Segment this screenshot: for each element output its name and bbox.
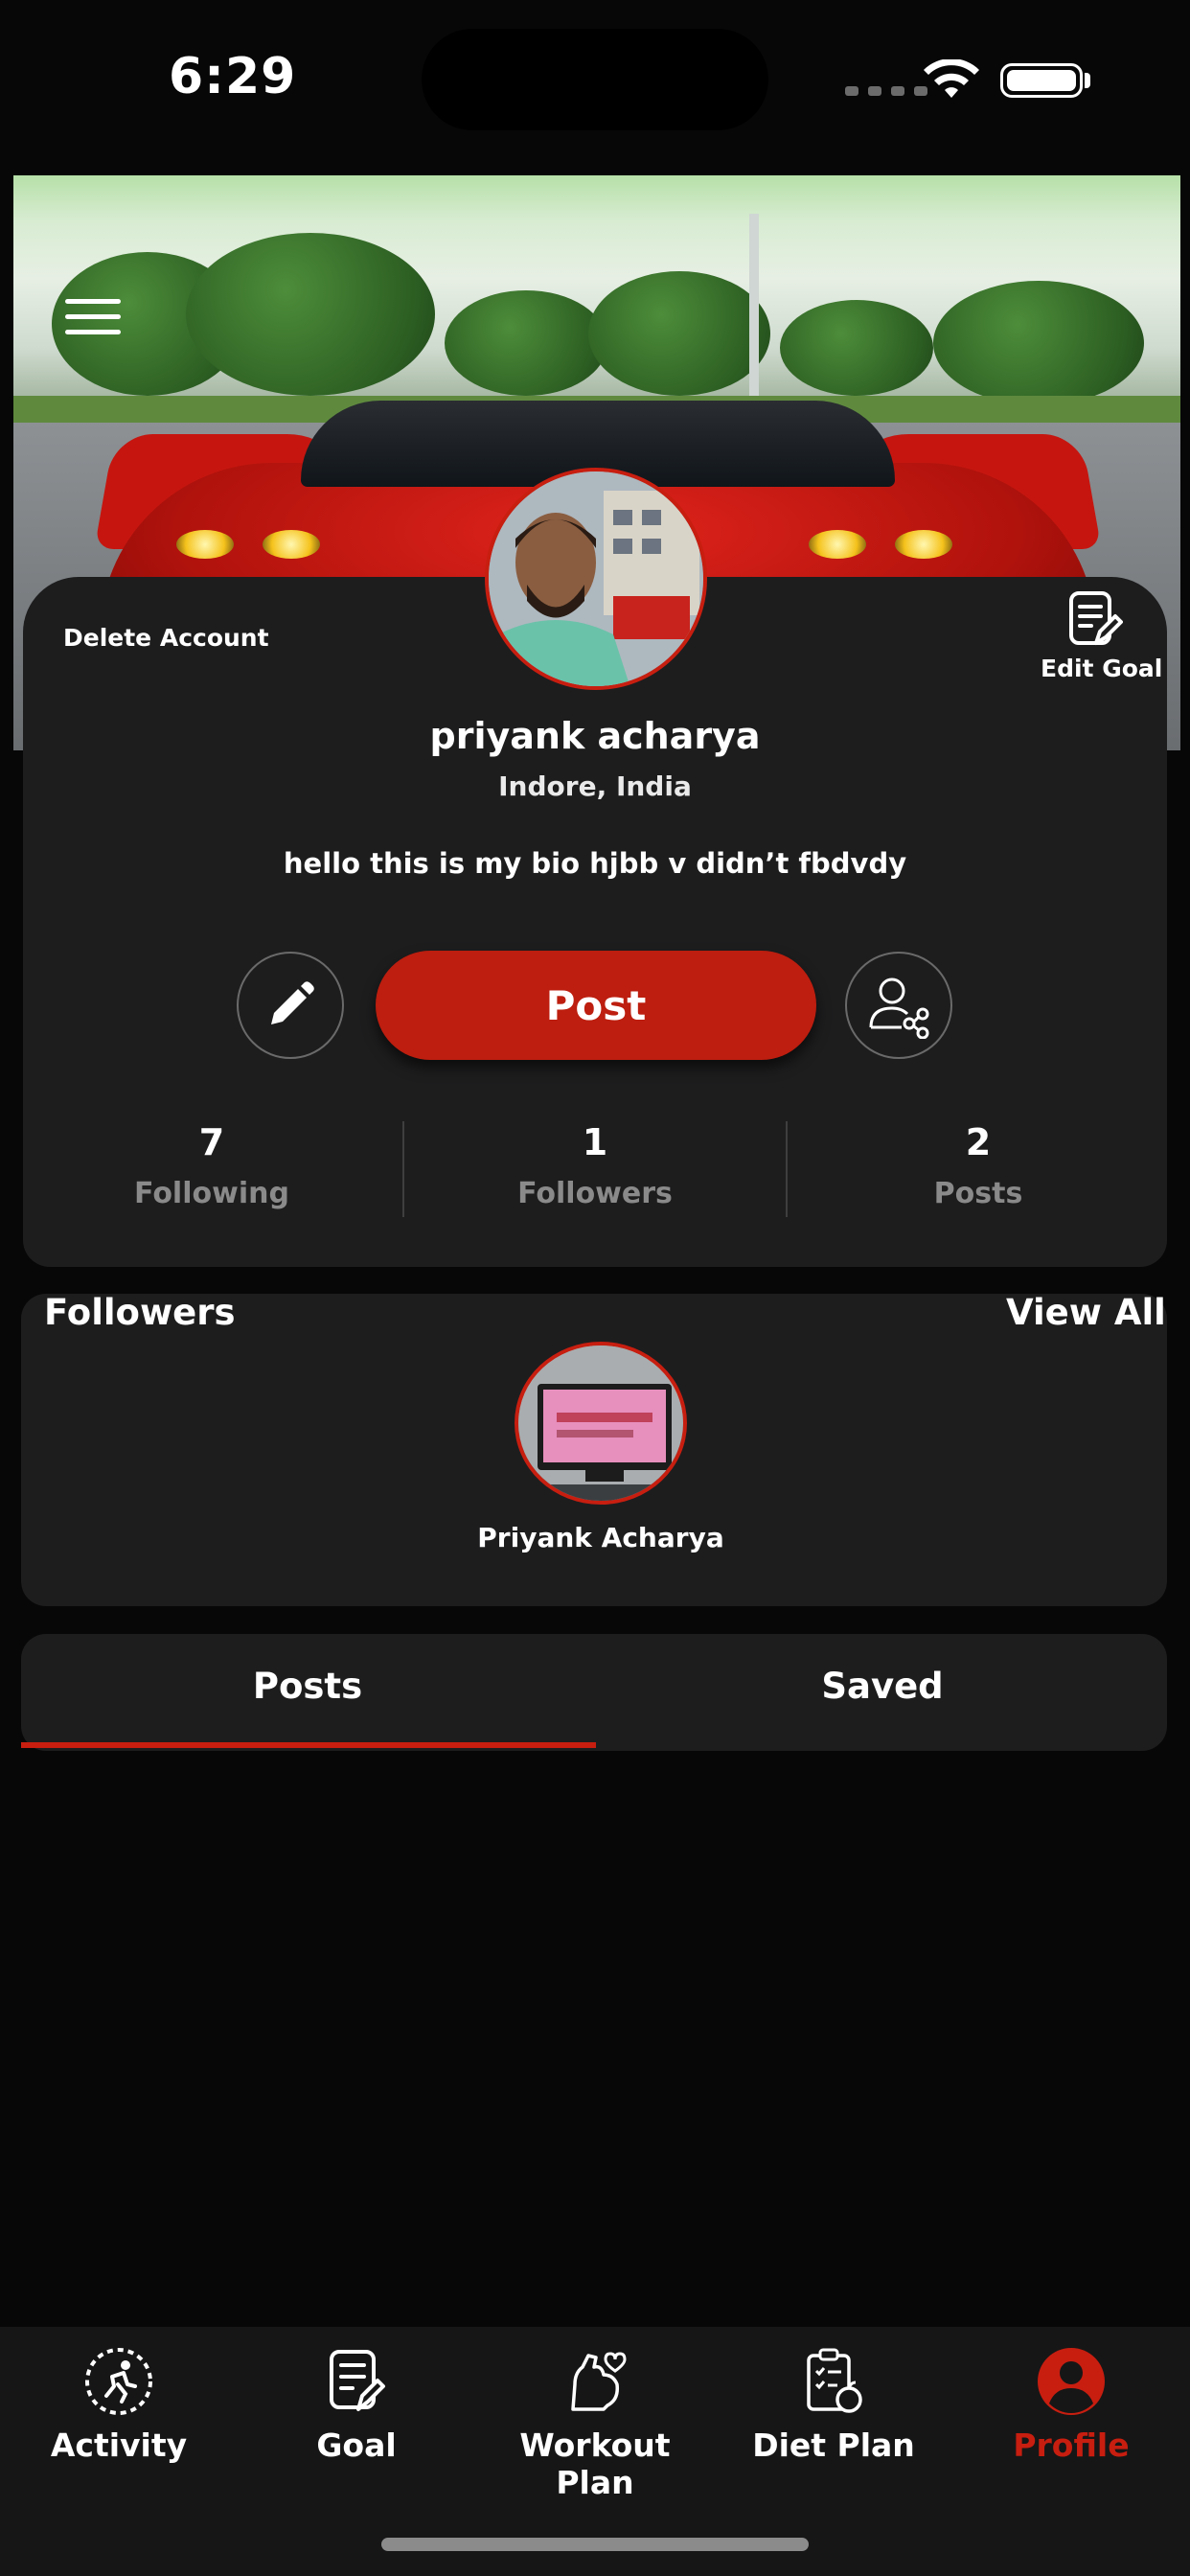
cellular-signal-icon [845, 86, 927, 96]
pencil-icon [271, 981, 314, 1024]
nav-workout-plan[interactable]: Workout Plan [485, 2346, 705, 2501]
nav-profile-label: Profile [1013, 2426, 1130, 2464]
follower-name[interactable]: Priyank Acharya [0, 1522, 1190, 1553]
edit-goal-icon[interactable] [1067, 589, 1123, 651]
nav-goal[interactable]: Goal [246, 2346, 467, 2464]
stat-divider [402, 1121, 404, 1217]
tab-active-indicator [21, 1742, 596, 1748]
tab-posts[interactable]: Posts [21, 1666, 594, 1707]
nav-profile[interactable]: Profile [961, 2346, 1181, 2464]
stat-posts-value[interactable]: 2 [835, 1121, 1122, 1163]
profile-location: Indore, India [498, 770, 692, 802]
activity-icon [85, 2348, 152, 2415]
battery-icon [1000, 63, 1083, 98]
stat-following-value[interactable]: 7 [68, 1121, 355, 1163]
stat-followers-label[interactable]: Followers [451, 1177, 739, 1210]
share-user-icon [869, 978, 929, 1039]
nav-goal-label: Goal [316, 2426, 397, 2464]
post-button[interactable]: Post [376, 951, 816, 1060]
tab-saved[interactable]: Saved [596, 1666, 1169, 1707]
delete-account-link[interactable]: Delete Account [63, 624, 269, 652]
diet-icon [807, 2348, 862, 2413]
nav-diet-plan[interactable]: Diet Plan [723, 2346, 944, 2464]
profile-name: priyank acharya [429, 715, 761, 757]
home-indicator[interactable] [381, 2538, 809, 2551]
nav-diet-plan-label: Diet Plan [752, 2426, 915, 2464]
follower-avatar[interactable] [515, 1342, 687, 1505]
edit-profile-button[interactable] [237, 952, 344, 1059]
stat-followers-value[interactable]: 1 [451, 1121, 739, 1163]
stat-divider [786, 1121, 788, 1217]
stat-posts-label[interactable]: Posts [835, 1177, 1122, 1210]
nav-workout-plan-label: Workout Plan [519, 2426, 671, 2501]
profile-icon [1038, 2348, 1105, 2415]
wifi-icon [924, 59, 979, 98]
share-profile-button[interactable] [845, 952, 952, 1059]
nav-activity[interactable]: Activity [9, 2346, 229, 2464]
dynamic-island [422, 29, 768, 130]
nav-activity-label: Activity [50, 2426, 188, 2464]
goal-icon [330, 2350, 385, 2411]
profile-bio: hello this is my bio hjbb v didn’t fbdvd… [283, 847, 907, 880]
workout-icon [571, 2352, 627, 2411]
followers-title: Followers [44, 1292, 236, 1333]
menu-icon[interactable] [65, 299, 121, 337]
profile-avatar[interactable] [485, 468, 707, 690]
view-all-followers-link[interactable]: View All [1006, 1292, 1166, 1333]
battery-tip [1085, 73, 1090, 88]
stat-following-label[interactable]: Following [68, 1177, 355, 1210]
edit-goal-button[interactable]: Edit Goal [1041, 655, 1162, 682]
status-time: 6:29 [169, 48, 297, 105]
